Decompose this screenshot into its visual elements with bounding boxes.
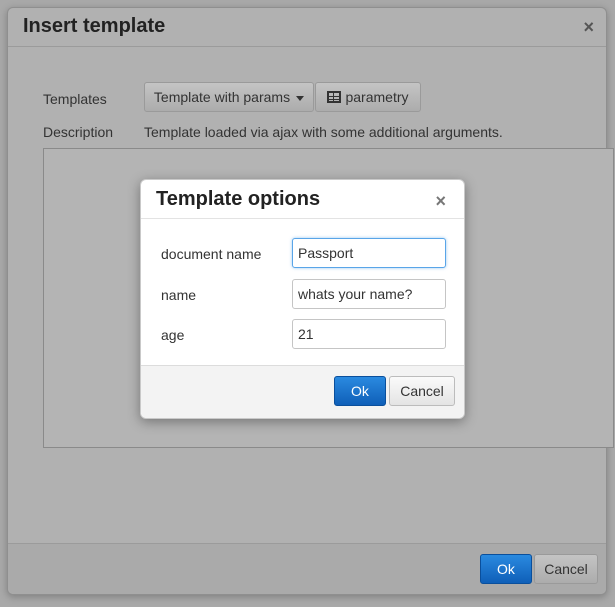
dialog-header: Insert template × xyxy=(8,8,606,47)
description-label: Description xyxy=(43,124,114,140)
close-icon[interactable]: × xyxy=(435,192,446,210)
table-icon xyxy=(327,91,342,103)
templates-label: Templates xyxy=(43,91,107,107)
description-text: Template loaded via ajax with some addit… xyxy=(144,124,503,140)
dialog-footer: Ok Cancel xyxy=(8,543,606,594)
name-label: name xyxy=(161,287,197,303)
ok-button[interactable]: Ok xyxy=(480,554,532,584)
options-title: Template options xyxy=(156,188,321,210)
template-select-value: Template with params xyxy=(153,89,291,105)
dialog-title: Insert template xyxy=(23,15,166,37)
params-button[interactable]: parametry xyxy=(315,82,421,112)
document-name-label: document name xyxy=(161,246,262,262)
age-field[interactable] xyxy=(292,319,446,349)
template-options-dialog: Template options × document name name ag… xyxy=(140,179,465,419)
age-label: age xyxy=(161,327,185,343)
params-button-label: parametry xyxy=(345,89,409,105)
options-footer: Ok Cancel xyxy=(141,365,464,418)
template-select[interactable]: Template with params xyxy=(144,82,314,112)
options-cancel-button[interactable]: Cancel xyxy=(389,376,455,406)
cancel-button[interactable]: Cancel xyxy=(534,554,598,584)
options-header: Template options × xyxy=(141,180,464,219)
document-name-field[interactable] xyxy=(292,238,446,268)
name-field[interactable] xyxy=(292,279,446,309)
close-icon[interactable]: × xyxy=(583,18,594,36)
caret-down-icon xyxy=(296,95,305,101)
options-ok-button[interactable]: Ok xyxy=(334,376,386,406)
